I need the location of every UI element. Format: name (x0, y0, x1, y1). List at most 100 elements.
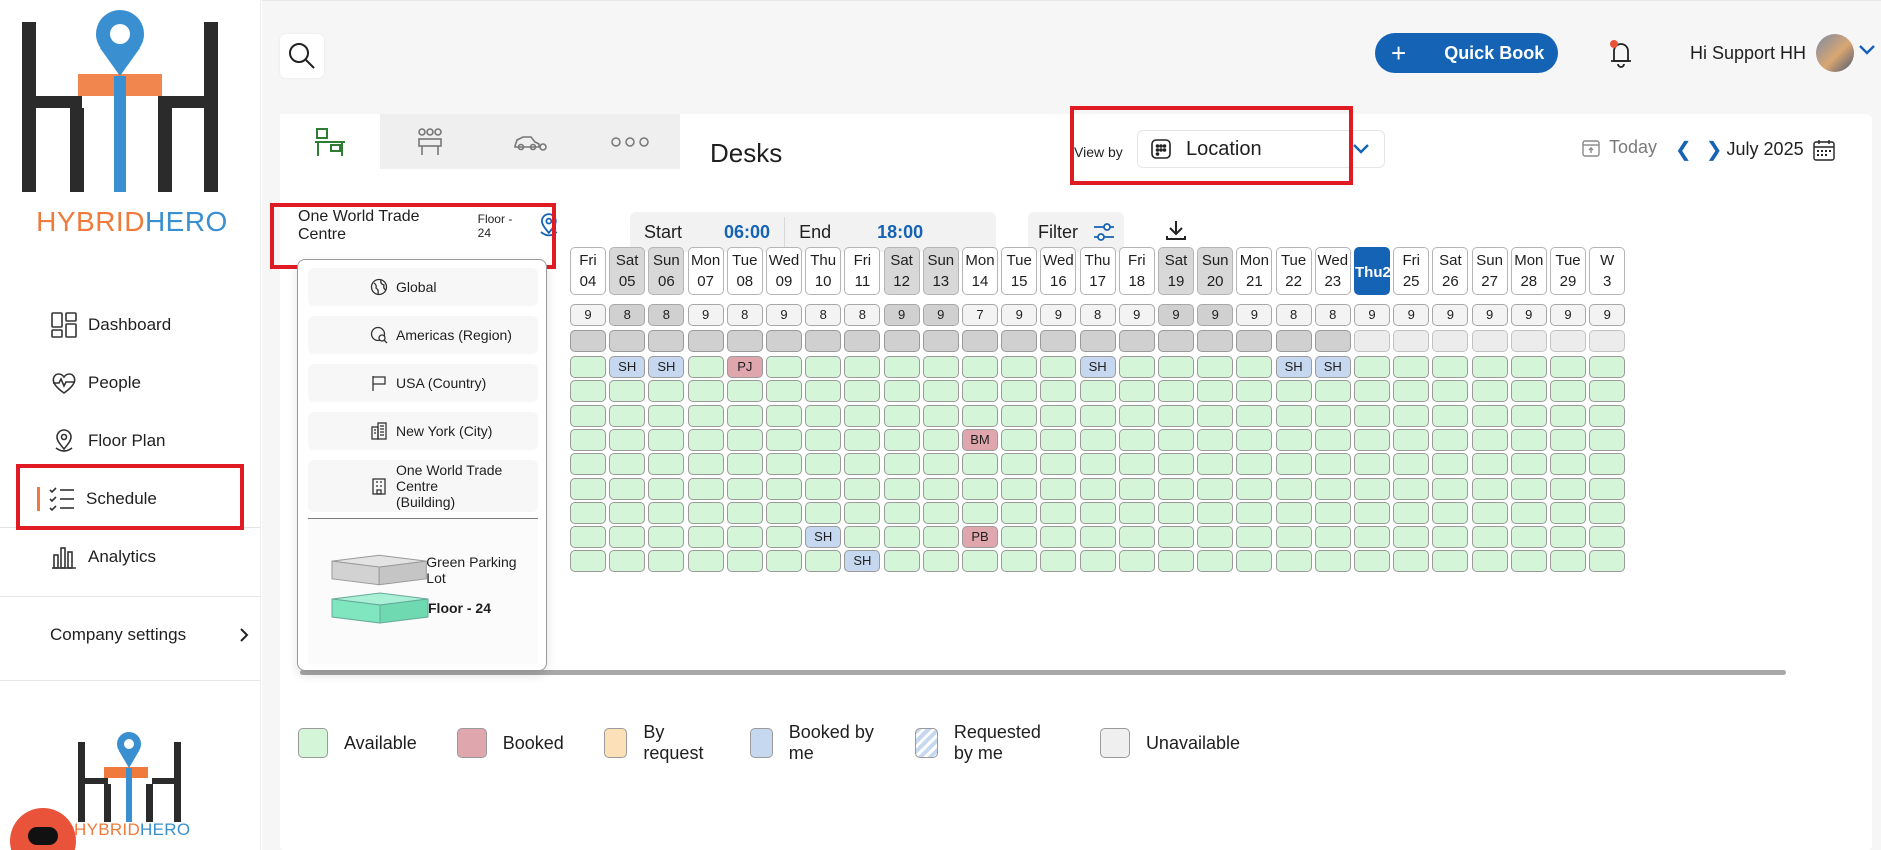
search-button[interactable] (280, 34, 324, 78)
available-cell[interactable] (570, 428, 606, 451)
filter-button[interactable]: Filter (1028, 212, 1124, 252)
available-cell[interactable] (1393, 526, 1430, 549)
available-cell[interactable] (1589, 526, 1626, 549)
available-cell[interactable] (1079, 477, 1116, 500)
available-cell[interactable] (766, 380, 802, 403)
available-cell[interactable] (1393, 428, 1430, 451)
available-cell[interactable] (1471, 501, 1508, 524)
available-cell[interactable] (1432, 380, 1469, 403)
available-cell[interactable] (922, 356, 959, 378)
day-header[interactable]: Sun 27 (1471, 247, 1508, 295)
available-cell[interactable] (570, 550, 606, 573)
available-cell[interactable] (1197, 404, 1234, 427)
available-cell[interactable] (922, 428, 959, 451)
available-cell[interactable] (1040, 477, 1077, 500)
available-cell[interactable] (726, 501, 763, 524)
user-avatar[interactable] (1816, 34, 1854, 72)
available-cell[interactable] (766, 501, 802, 524)
available-cell[interactable] (570, 453, 606, 476)
available-cell[interactable] (1314, 404, 1351, 427)
available-cell[interactable] (1236, 404, 1273, 427)
location-option-city[interactable]: New York (City) (308, 412, 538, 450)
booking-cell[interactable]: PJ (726, 356, 763, 378)
available-cell[interactable] (1314, 501, 1351, 524)
day-header[interactable]: Thu 24 (1354, 247, 1399, 295)
available-cell[interactable] (962, 501, 998, 524)
available-cell[interactable] (1236, 356, 1273, 378)
available-cell[interactable] (1236, 428, 1273, 451)
day-header[interactable]: Mon 21 (1236, 247, 1273, 295)
available-cell[interactable] (1040, 453, 1077, 476)
available-cell[interactable] (1550, 501, 1586, 524)
day-header[interactable]: Fri 25 (1393, 247, 1430, 295)
booking-cell[interactable]: SH (1079, 356, 1116, 378)
available-cell[interactable] (1432, 526, 1469, 549)
available-cell[interactable] (844, 501, 881, 524)
day-header[interactable]: Thu 10 (805, 247, 842, 295)
available-cell[interactable] (687, 526, 724, 549)
available-cell[interactable] (726, 550, 763, 573)
available-cell[interactable] (1001, 453, 1038, 476)
available-cell[interactable] (1158, 453, 1194, 476)
available-cell[interactable] (1236, 526, 1273, 549)
available-cell[interactable] (1550, 550, 1586, 573)
available-cell[interactable] (687, 404, 724, 427)
available-cell[interactable] (962, 477, 998, 500)
available-cell[interactable] (766, 477, 802, 500)
available-cell[interactable] (1275, 428, 1312, 451)
available-cell[interactable] (883, 356, 920, 378)
available-cell[interactable] (1550, 453, 1586, 476)
booking-cell[interactable]: BM (962, 428, 998, 451)
tab-more[interactable] (580, 114, 680, 169)
available-cell[interactable] (1432, 550, 1469, 573)
available-cell[interactable] (805, 380, 842, 403)
available-cell[interactable] (1314, 477, 1351, 500)
tab-parking[interactable] (480, 114, 580, 169)
available-cell[interactable] (1158, 550, 1194, 573)
download-icon[interactable] (1164, 218, 1188, 242)
booking-cell[interactable]: PB (962, 526, 998, 549)
available-cell[interactable] (1589, 380, 1626, 403)
available-cell[interactable] (883, 526, 920, 549)
available-cell[interactable] (1197, 501, 1234, 524)
available-cell[interactable] (922, 404, 959, 427)
available-cell[interactable] (1589, 550, 1626, 573)
available-cell[interactable] (648, 501, 685, 524)
available-cell[interactable] (1040, 501, 1077, 524)
available-cell[interactable] (570, 404, 606, 427)
available-cell[interactable] (1471, 380, 1508, 403)
available-cell[interactable] (1001, 526, 1038, 549)
available-cell[interactable] (1158, 404, 1194, 427)
booking-cell[interactable]: SH (805, 526, 842, 549)
sidebar-item-floor-plan[interactable]: Floor Plan (0, 412, 261, 470)
available-cell[interactable] (648, 526, 685, 549)
available-cell[interactable] (1314, 380, 1351, 403)
available-cell[interactable] (1432, 356, 1469, 378)
available-cell[interactable] (1510, 550, 1547, 573)
available-cell[interactable] (1471, 550, 1508, 573)
available-cell[interactable] (844, 526, 881, 549)
available-cell[interactable] (1589, 404, 1626, 427)
sidebar-item-analytics[interactable]: Analytics (0, 528, 261, 586)
tab-meeting-rooms[interactable] (380, 114, 480, 169)
available-cell[interactable] (1550, 477, 1586, 500)
quick-book-button[interactable]: + Quick Book (1375, 33, 1558, 73)
available-cell[interactable] (1354, 477, 1390, 500)
day-header[interactable]: Wed 23 (1314, 247, 1351, 295)
available-cell[interactable] (1432, 477, 1469, 500)
available-cell[interactable] (1001, 501, 1038, 524)
booking-cell[interactable]: SH (844, 550, 881, 573)
available-cell[interactable] (609, 526, 646, 549)
available-cell[interactable] (883, 428, 920, 451)
available-cell[interactable] (1118, 550, 1155, 573)
available-cell[interactable] (805, 550, 842, 573)
available-cell[interactable] (1001, 380, 1038, 403)
available-cell[interactable] (1432, 453, 1469, 476)
day-header[interactable]: W3 (1589, 247, 1626, 295)
available-cell[interactable] (1040, 380, 1077, 403)
floor-option-parking[interactable]: Green Parking Lot (330, 553, 538, 587)
hybridhero-logo[interactable] (18, 8, 244, 238)
available-cell[interactable] (1158, 501, 1194, 524)
available-cell[interactable] (1354, 404, 1390, 427)
day-header[interactable]: Sun 06 (648, 247, 685, 295)
